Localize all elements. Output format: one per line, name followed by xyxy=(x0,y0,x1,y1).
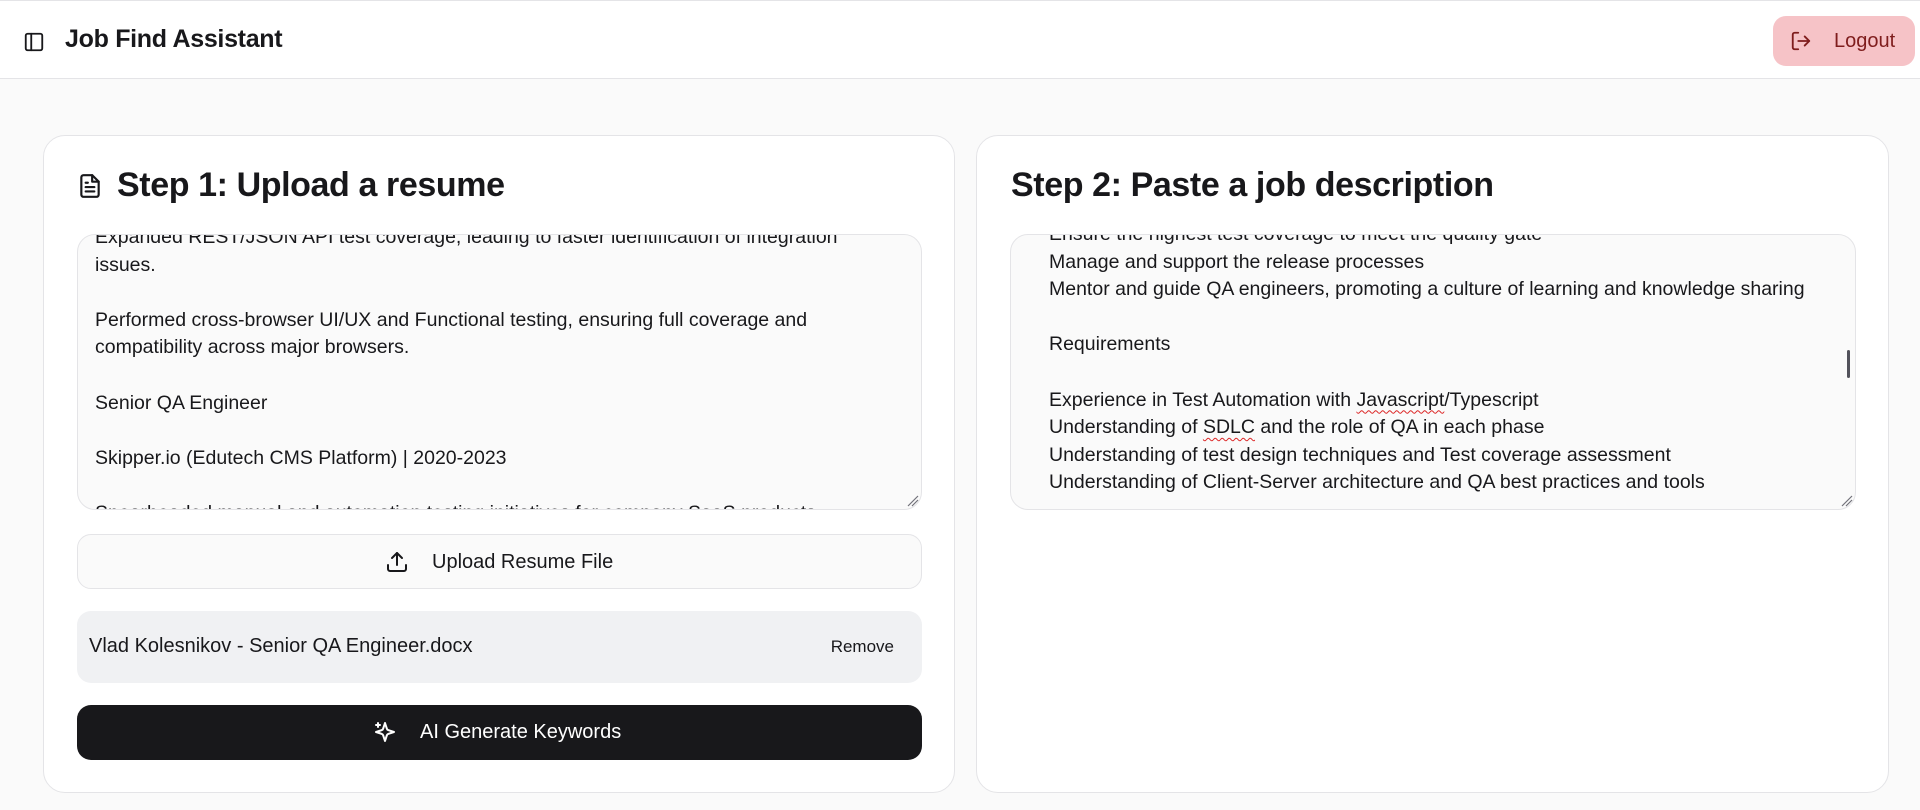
jd-line: Ensure the highest test coverage to meet… xyxy=(1028,235,1835,249)
job-description-textarea[interactable]: Ensure the highest test coverage to meet… xyxy=(1010,234,1856,510)
logout-icon xyxy=(1790,30,1812,57)
step2-title: Step 2: Paste a job description xyxy=(1011,166,1494,204)
jd-line: Mentor and guide QA engineers, promoting… xyxy=(1049,278,1805,301)
resize-handle-icon[interactable] xyxy=(1839,493,1853,507)
step2-card: Step 2: Paste a job description Ensure t… xyxy=(976,135,1889,793)
step1-title: Step 1: Upload a resume xyxy=(117,166,505,204)
jd-line: Requirements xyxy=(1049,333,1171,356)
app-title: Job Find Assistant xyxy=(65,25,283,53)
jd-line: Understanding of SDLC and the role of QA… xyxy=(1049,416,1545,439)
jd-line: Understanding of Client-Server architect… xyxy=(1049,471,1705,494)
resume-text[interactable]: Expanded REST/JSON API test coverage, le… xyxy=(95,235,901,509)
sparkles-icon xyxy=(373,720,397,749)
document-icon xyxy=(77,173,103,204)
job-description-text[interactable]: Ensure the highest test coverage to meet… xyxy=(1028,235,1835,497)
jd-blank-line xyxy=(1028,304,1835,332)
scrollbar[interactable] xyxy=(1847,350,1850,378)
upload-resume-button[interactable]: Upload Resume File xyxy=(77,534,922,589)
uploaded-file-name: Vlad Kolesnikov - Senior QA Engineer.doc… xyxy=(89,635,473,657)
upload-resume-label: Upload Resume File xyxy=(432,551,614,573)
jd-line: Experience in Test Automation with Javas… xyxy=(1049,388,1539,411)
upload-icon xyxy=(385,550,409,579)
resize-handle-icon[interactable] xyxy=(905,493,919,507)
ai-generate-keywords-button[interactable]: AI Generate Keywords xyxy=(77,705,922,760)
jd-blank-line xyxy=(1028,359,1835,387)
ai-generate-keywords-label: AI Generate Keywords xyxy=(420,721,622,743)
remove-file-button[interactable]: Remove xyxy=(819,627,906,667)
sidebar-toggle-icon[interactable] xyxy=(20,28,48,56)
logout-button[interactable]: Logout xyxy=(1773,16,1915,66)
jd-line: Manage and support the release processes xyxy=(1049,250,1425,273)
step1-card: Step 1: Upload a resume Expanded REST/JS… xyxy=(43,135,955,793)
app-header: Job Find Assistant Logout xyxy=(0,0,1920,79)
resume-textarea[interactable]: Expanded REST/JSON API test coverage, le… xyxy=(77,234,922,510)
uploaded-file-row: Vlad Kolesnikov - Senior QA Engineer.doc… xyxy=(77,611,922,683)
jd-line: Understanding of test design techniques … xyxy=(1049,443,1671,466)
logout-label: Logout xyxy=(1834,30,1896,52)
